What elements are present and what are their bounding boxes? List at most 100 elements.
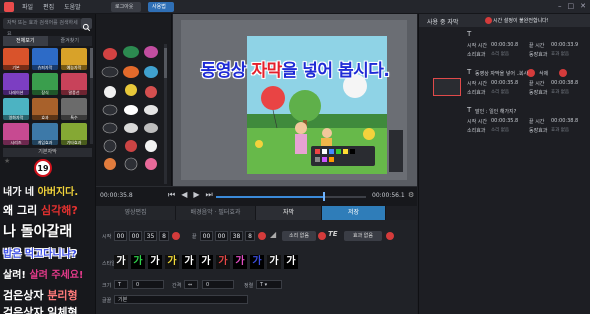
guide-button[interactable]: 사용법 — [148, 2, 174, 12]
end-time-value[interactable]: 00:00:33.9 — [551, 42, 578, 48]
search-icon[interactable] — [81, 18, 92, 32]
side-toolbar[interactable] — [389, 130, 403, 172]
playback-controls: ⏮ ◀ ▶ ⏭ — [168, 190, 213, 200]
search-input[interactable]: 자막 또는 효과 검색어를 검색하세요 — [3, 18, 81, 37]
start-second[interactable]: 35 — [144, 231, 157, 241]
text-style-toolbar[interactable] — [311, 146, 375, 166]
tab-bgm-filter[interactable]: 배경음악 · 필터효과 — [176, 206, 256, 220]
style-swatch[interactable]: 가 — [199, 255, 213, 269]
font-label: 글꼴 — [102, 298, 112, 304]
menu-file[interactable]: 파일 — [22, 2, 33, 11]
preset-p5[interactable]: 살려! 살려 주세요! — [3, 266, 84, 281]
skip-forward-icon[interactable]: ⏭ — [206, 190, 213, 200]
subtitle-entry[interactable]: T 동영상 자막을 넣어 ... 복사 삭제 시작 시간 00:00:35.8 끝 시간 00… — [427, 68, 589, 104]
menu-edit[interactable]: 편집 — [43, 2, 54, 11]
template-thumb[interactable]: 나레이션 — [3, 73, 29, 95]
tab-save[interactable]: 저장 — [322, 206, 386, 220]
template-thumb[interactable]: 특수 — [61, 98, 87, 120]
preset-p4[interactable]: 밥은 먹고다니냐? — [3, 245, 77, 260]
template-thumb[interactable]: 기본 — [3, 48, 29, 70]
template-thumb[interactable]: 효과 — [32, 98, 58, 120]
preset-p1[interactable]: 내가 네 아버지다. — [3, 183, 78, 198]
seek-bar[interactable] — [216, 196, 366, 198]
subtitle-entry[interactable]: T 시작 시간 00:00:30.8 끝 시간 00:00:33.9 소리효과 소리 없음 동… — [427, 30, 589, 66]
preset-p2[interactable]: 왜 그리 심각해? — [3, 202, 78, 218]
template-thumb[interactable]: 말풍선 — [61, 73, 87, 95]
template-thumb[interactable]: 게임효과 — [32, 123, 58, 145]
star-icon[interactable]: ★ — [4, 186, 10, 194]
star-icon[interactable]: ★ — [4, 157, 10, 165]
volume-icon[interactable]: ⚙ — [408, 191, 414, 199]
play-icon[interactable]: ▶ — [193, 190, 199, 200]
minimize-icon[interactable]: – — [558, 2, 562, 10]
end-time-value[interactable]: 00:00:38.8 — [551, 80, 578, 86]
sound-select[interactable]: 소리 없음 — [282, 231, 316, 241]
start-minute[interactable]: 00 — [129, 231, 142, 241]
preset-text: 왜 그리 — [3, 204, 42, 217]
speech-bubble-stickers[interactable] — [96, 14, 172, 186]
template-thumb[interactable]: 예능자막 — [61, 48, 87, 70]
effect-add-icon[interactable] — [386, 232, 394, 240]
preset-p3[interactable]: 나 돌아갈래 — [3, 221, 72, 241]
style-swatch[interactable]: 가 — [250, 255, 264, 269]
start-hour[interactable]: 00 — [114, 231, 127, 241]
template-scrollbar[interactable] — [90, 48, 93, 144]
gap-input[interactable]: 0 — [202, 280, 234, 289]
effect-select[interactable]: 효과 없음 — [344, 231, 382, 241]
end-second[interactable]: 38 — [230, 231, 243, 241]
size-input[interactable]: 0 — [132, 280, 164, 289]
template-thumb[interactable]: 기타효과 — [61, 123, 87, 145]
sound-add-icon[interactable] — [318, 232, 326, 240]
tab-favorites[interactable]: 즐겨찾기 — [47, 36, 92, 46]
align-select[interactable]: T ▾ — [256, 280, 282, 289]
template-grid: 기본 슈퍼자막 예능자막나레이션 장식 말풍선영화자막 효과 특수시리즈 게임효과 기타효과 — [3, 48, 89, 145]
preset-p6[interactable]: 검은상자 분리형 — [3, 287, 78, 303]
delete-label: 삭제 — [539, 71, 549, 77]
subtitle-entry[interactable]: T 말인 : 일인 해가지? 시작 시간 00:00:35.8 끝 시간 00:00:38… — [427, 106, 589, 142]
font-size-icon[interactable]: T — [114, 280, 128, 289]
menu-help[interactable]: 도움말 — [64, 2, 81, 11]
tab-all[interactable]: 전체보기 — [3, 36, 48, 46]
end-hour[interactable]: 00 — [200, 231, 213, 241]
end-minute[interactable]: 00 — [215, 231, 228, 241]
logout-button[interactable]: 로그아웃 — [111, 2, 141, 12]
rewind-icon[interactable]: ◀ — [181, 190, 187, 200]
style-swatch[interactable]: 가 — [165, 255, 179, 269]
style-swatch[interactable]: 가 — [114, 255, 128, 269]
maximize-icon[interactable]: □ — [568, 2, 575, 10]
style-swatch[interactable]: 가 — [182, 255, 196, 269]
entry-thumbnail[interactable] — [433, 78, 461, 96]
style-swatch[interactable]: 가 — [267, 255, 281, 269]
template-thumb[interactable]: 시리즈 — [3, 123, 29, 145]
preset-p7[interactable]: 검은상자 일체형 — [3, 304, 78, 314]
active-subtitles-panel: 사용 중 자막 시간 설정이 불완전합니다! T 시작 시간 00:00:30.8 끝… — [418, 14, 590, 314]
template-thumb[interactable]: 영화자막 — [3, 98, 29, 120]
subtitle-overlay[interactable]: 동영상 자막을 넣어 봅시다. — [173, 56, 417, 81]
sound-effect-value: 소리 없음 — [491, 90, 509, 95]
style-swatch[interactable]: 가 — [216, 255, 230, 269]
style-swatch[interactable]: 가 — [131, 255, 145, 269]
start-time-value[interactable]: 00:00:30.8 — [491, 42, 518, 48]
start-set-icon[interactable] — [172, 232, 180, 240]
skip-back-icon[interactable]: ⏮ — [168, 190, 175, 200]
start-frame[interactable]: 8 — [159, 231, 169, 241]
end-frame[interactable]: 8 — [245, 231, 255, 241]
tab-video-edit[interactable]: 영상편집 — [96, 206, 176, 220]
style-swatch[interactable]: 가 — [148, 255, 162, 269]
gap-icon[interactable]: ⇔ — [184, 280, 198, 289]
template-tabs: 전체보기 즐겨찾기 — [3, 36, 92, 46]
close-icon[interactable]: ✕ — [580, 2, 586, 10]
template-thumb[interactable]: 장식 — [32, 73, 58, 95]
end-time-value[interactable]: 00:00:38.8 — [551, 118, 578, 124]
template-thumb[interactable]: 슈퍼자막 — [32, 48, 58, 70]
style-swatch[interactable]: 가 — [284, 255, 298, 269]
end-set-icon[interactable] — [258, 232, 266, 240]
start-time-value[interactable]: 00:00:35.8 — [491, 118, 518, 124]
tab-subtitle[interactable]: 자막 — [256, 206, 322, 220]
font-select[interactable]: 기본 — [114, 295, 248, 304]
style-swatch[interactable]: 가 — [233, 255, 247, 269]
delete-icon[interactable] — [559, 69, 567, 77]
video-preview[interactable]: 동영상 자막을 넣어 봅시다. — [173, 14, 417, 186]
start-time-value[interactable]: 00:00:35.8 — [491, 80, 518, 86]
seek-handle[interactable] — [323, 192, 325, 201]
